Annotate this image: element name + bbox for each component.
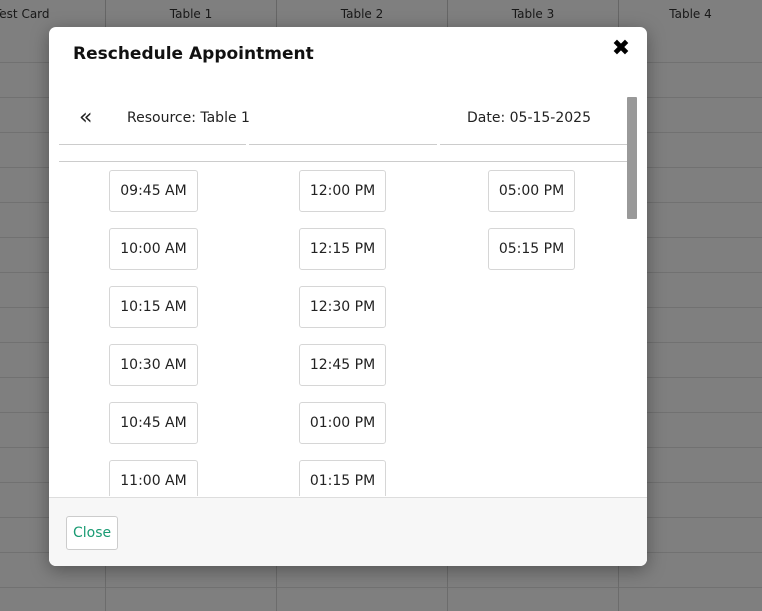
time-slot-column: 09:45 AM 10:00 AM 10:15 AM 10:30 AM 10:45 AM…: [59, 170, 248, 496]
time-slot-button[interactable]: 09:45 AM: [109, 170, 198, 212]
close-icon[interactable]: ✖: [611, 38, 631, 60]
close-button[interactable]: Close: [66, 516, 119, 550]
time-slot-button[interactable]: 05:15 PM: [487, 228, 576, 270]
time-slot-button[interactable]: 12:00 PM: [298, 170, 387, 212]
dialog-nav-row: « Resource: Table 1 Date: 05-15-2025: [59, 97, 627, 145]
time-slot-button[interactable]: 01:15 PM: [298, 460, 387, 496]
reschedule-dialog: Reschedule Appointment ✖ « Resource: Tab…: [49, 27, 647, 566]
scrollbar[interactable]: [627, 97, 637, 497]
time-slot-column: 05:00 PM 05:15 PM: [437, 170, 626, 286]
time-slot-button[interactable]: 12:30 PM: [298, 286, 387, 328]
time-slot-button[interactable]: 10:15 AM: [109, 286, 198, 328]
previous-icon[interactable]: «: [79, 107, 92, 129]
date-label: Date: 05-15-2025: [467, 110, 591, 126]
time-slot-list[interactable]: 09:45 AM 10:00 AM 10:15 AM 10:30 AM 10:45 AM…: [59, 162, 627, 496]
scrollbar-thumb[interactable]: [627, 97, 637, 219]
time-slot-button[interactable]: 11:00 AM: [109, 460, 198, 496]
time-slot-button[interactable]: 12:45 PM: [298, 344, 387, 386]
time-slot-button[interactable]: 10:00 AM: [109, 228, 198, 270]
time-slot-button[interactable]: 10:45 AM: [109, 402, 198, 444]
time-slot-button[interactable]: 01:00 PM: [298, 402, 387, 444]
time-slot-button[interactable]: 12:15 PM: [298, 228, 387, 270]
time-slot-button[interactable]: 05:00 PM: [487, 170, 576, 212]
dialog-footer: Close: [49, 497, 647, 566]
dialog-title: Reschedule Appointment: [73, 44, 314, 64]
time-slot-column: 12:00 PM 12:15 PM 12:30 PM 12:45 PM 01:00 PM…: [248, 170, 437, 496]
resource-label: Resource: Table 1: [127, 110, 250, 126]
column-underlines: [59, 144, 627, 146]
time-slot-button[interactable]: 10:30 AM: [109, 344, 198, 386]
